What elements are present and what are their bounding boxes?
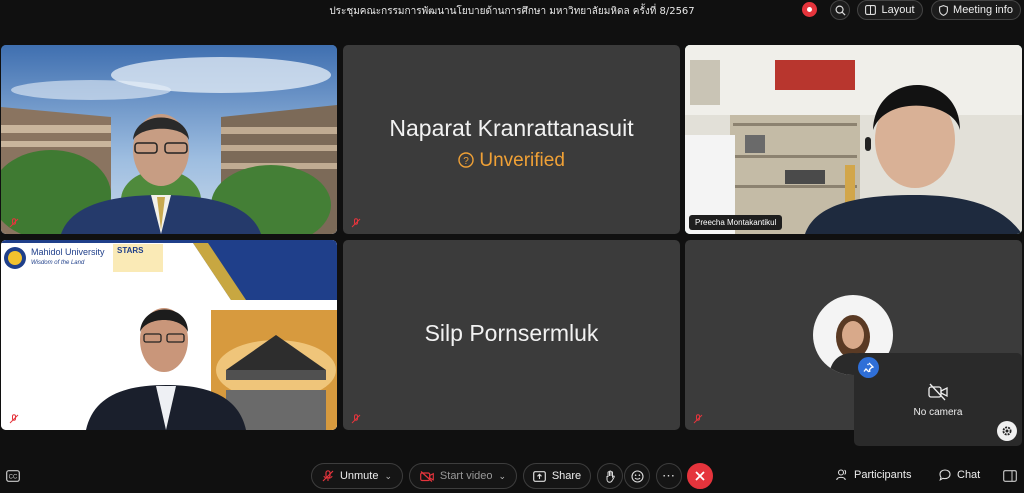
more-options-button[interactable]: ⋯ <box>656 463 682 489</box>
start-video-label: Start video <box>439 470 493 482</box>
hand-icon <box>606 470 615 483</box>
meeting-info-button[interactable]: Meeting info <box>931 0 1021 20</box>
chevron-down-icon[interactable]: ⌄ <box>384 471 392 482</box>
self-view[interactable]: No camera <box>854 353 1022 446</box>
zoom-icon <box>835 5 846 16</box>
camera-off-icon <box>928 383 948 401</box>
participant-name-tag: Preecha Montakantikul <box>689 215 783 230</box>
layout-icon <box>865 5 877 15</box>
chevron-down-icon[interactable]: ⌄ <box>499 471 507 482</box>
camera-off-icon <box>420 470 434 482</box>
meeting-info-label: Meeting info <box>953 4 1013 16</box>
video-tile-2[interactable]: Naparat Kranrattanasuit ? Unverified <box>343 45 680 234</box>
participants-button[interactable]: Participants <box>836 469 911 481</box>
video-tile-3[interactable]: Preecha Montakantikul <box>685 45 1022 234</box>
unverified-label: Unverified <box>479 150 565 171</box>
chat-button[interactable]: Chat <box>939 469 980 481</box>
start-video-button[interactable]: Start video ⌄ <box>409 463 517 489</box>
mic-off-icon <box>9 218 19 228</box>
raise-hand-button[interactable] <box>597 463 623 489</box>
participant-video <box>1 240 337 430</box>
participant-name: Naparat Kranrattanasuit <box>389 115 634 141</box>
share-icon <box>532 470 546 482</box>
unmute-label: Unmute <box>339 470 379 482</box>
self-view-settings-button[interactable] <box>997 421 1017 441</box>
gear-icon <box>1002 426 1012 436</box>
more-icon: ⋯ <box>662 468 676 483</box>
participant-video <box>685 45 1022 234</box>
zoom-button[interactable] <box>830 0 850 20</box>
layout-button[interactable]: Layout <box>857 0 923 20</box>
leave-meeting-button[interactable] <box>687 463 713 489</box>
share-label: Share <box>551 470 582 482</box>
pin-button[interactable] <box>858 357 879 378</box>
participant-video <box>1 45 337 234</box>
share-button[interactable]: Share <box>523 463 591 489</box>
logo-university-text: Mahidol University <box>31 247 105 257</box>
logo-tagline-text: Wisdom of the Land <box>31 260 85 266</box>
reactions-button[interactable] <box>624 463 650 489</box>
video-tile-4[interactable]: Mahidol University Wisdom of the Land ST… <box>1 240 337 430</box>
chat-label: Chat <box>957 469 981 481</box>
participants-label: Participants <box>854 469 912 481</box>
unmute-button[interactable]: Unmute ⌄ <box>311 463 403 489</box>
mic-off-icon <box>351 414 361 424</box>
video-tile-1[interactable] <box>1 45 337 234</box>
captions-icon[interactable]: CC <box>6 470 20 482</box>
mic-off-icon <box>322 470 334 482</box>
mic-off-icon <box>693 414 703 424</box>
close-icon <box>695 471 705 481</box>
unverified-status: ? Unverified <box>343 150 680 172</box>
video-tile-5[interactable]: Silp Pornsermluk <box>343 240 680 430</box>
smiley-icon <box>630 469 644 483</box>
panel-toggle-icon[interactable] <box>1003 470 1017 482</box>
layout-label: Layout <box>881 4 915 16</box>
mic-off-icon <box>9 414 19 424</box>
svg-text:CC: CC <box>9 475 18 481</box>
shield-icon <box>939 4 948 16</box>
question-icon: ? <box>458 152 474 168</box>
chat-icon <box>939 469 951 481</box>
no-camera-label: No camera <box>913 407 963 418</box>
participant-name: Silp Pornsermluk <box>424 320 599 346</box>
mic-off-icon <box>351 218 361 228</box>
stars-logo-text: STARS <box>117 246 144 255</box>
svg-text:?: ? <box>463 156 469 167</box>
participants-icon <box>836 469 847 481</box>
recording-icon[interactable] <box>802 2 817 17</box>
pin-icon <box>863 362 874 373</box>
